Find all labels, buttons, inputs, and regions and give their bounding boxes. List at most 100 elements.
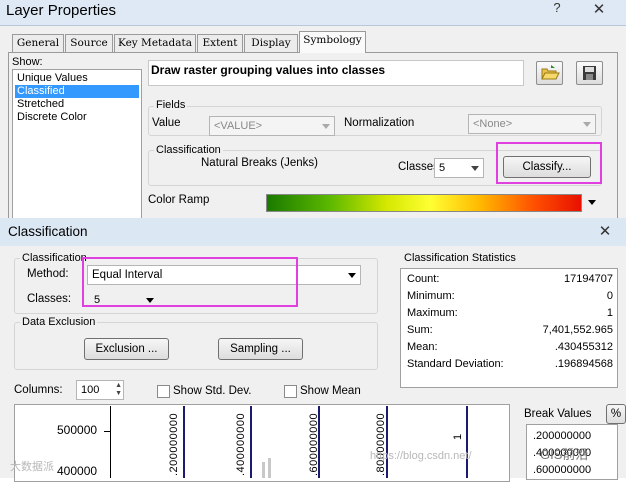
histogram-bar — [262, 462, 265, 478]
exclusion-button[interactable]: Exclusion ... — [84, 338, 169, 360]
normalization-text: <None> — [473, 118, 513, 130]
break-line[interactable] — [183, 406, 185, 478]
sampling-button[interactable]: Sampling ... — [218, 338, 303, 360]
show-item-unique-values[interactable]: Unique Values — [15, 72, 139, 85]
watermark-left: 大数据派 — [10, 461, 54, 473]
stat-value: 0 — [606, 290, 613, 302]
break-line[interactable] — [318, 406, 320, 478]
method-group-label: Classification — [20, 252, 89, 264]
statistics-group-label: Classification Statistics — [404, 252, 516, 264]
show-list[interactable]: Unique Values Classified Stretched Discr… — [12, 69, 142, 229]
stat-row-minimum: Minimum: 0 — [407, 288, 613, 305]
open-folder-icon — [541, 65, 560, 80]
method-label: Method: — [27, 268, 69, 280]
stat-value: .196894568 — [554, 358, 613, 370]
tab-extent[interactable]: Extent — [197, 34, 243, 52]
classification-group-label: Classification — [154, 144, 223, 156]
break-value-item[interactable]: .200000000 — [533, 430, 591, 442]
close-icon[interactable]: ✕ — [586, 0, 612, 18]
columns-value: 100 — [81, 384, 100, 396]
layer-properties-titlebar: Layer Properties ? ✕ — [0, 0, 626, 26]
break-line[interactable] — [466, 406, 468, 478]
dialog-title: Classification — [8, 224, 88, 239]
columns-label: Columns: — [14, 384, 63, 396]
stat-row-std-dev: Standard Deviation: .196894568 — [407, 356, 613, 373]
tab-display[interactable]: Display — [244, 34, 298, 52]
break-line[interactable] — [250, 406, 252, 478]
open-folder-button[interactable] — [536, 61, 563, 85]
stat-value: 17194707 — [564, 273, 613, 285]
value-field-text: <VALUE> — [214, 120, 263, 132]
show-item-stretched[interactable]: Stretched — [15, 98, 139, 111]
stat-value: .430455312 — [554, 341, 613, 353]
renderer-description: Draw raster grouping values into classes — [148, 60, 524, 86]
show-std-dev-label: Show Std. Dev. — [173, 385, 252, 397]
chevron-down-icon — [348, 273, 356, 278]
statistics-panel: Count: 17194707 Minimum: 0 Maximum: 1 Su… — [400, 268, 618, 388]
stat-row-mean: Mean: .430455312 — [407, 339, 613, 356]
stat-label: Count: — [407, 273, 440, 285]
value-label: Value — [152, 117, 181, 129]
color-ramp-swatch[interactable] — [266, 194, 582, 212]
window-title: Layer Properties — [6, 2, 117, 19]
classify-highlight — [496, 142, 602, 184]
chevron-down-icon — [471, 166, 479, 171]
classification-method-text: Natural Breaks (Jenks) — [201, 157, 318, 169]
y-tick-label: 500000 — [57, 423, 98, 437]
normalization-select[interactable]: <None> — [468, 114, 596, 134]
show-item-discrete-color[interactable]: Discrete Color — [15, 111, 139, 124]
show-item-classified[interactable]: Classified — [15, 85, 139, 98]
value-field-select[interactable]: <VALUE> — [209, 116, 335, 136]
stat-label: Minimum: — [407, 290, 455, 302]
break-line[interactable] — [386, 406, 388, 478]
stat-row-sum: Sum: 7,401,552.965 — [407, 322, 613, 339]
spin-arrows-icon[interactable]: ▲ ▼ — [115, 382, 122, 398]
break-label: .200000000 — [168, 412, 180, 476]
break-value-item[interactable]: .600000000 — [533, 464, 591, 476]
stat-label: Maximum: — [407, 307, 458, 319]
stat-label: Sum: — [407, 324, 433, 336]
stat-label: Mean: — [407, 341, 438, 353]
stat-value: 1 — [606, 307, 613, 319]
show-mean-label: Show Mean — [300, 385, 361, 397]
tab-symbology[interactable]: Symbology — [299, 31, 366, 53]
break-label: .400000000 — [235, 412, 247, 476]
stat-row-maximum: Maximum: 1 — [407, 305, 613, 322]
stat-row-count: Count: 17194707 — [407, 271, 613, 288]
break-values-label: Break Values — [524, 408, 592, 420]
show-label: Show: — [12, 56, 43, 68]
break-label: 1 — [452, 433, 464, 440]
show-std-dev-checkbox[interactable] — [157, 385, 170, 398]
show-mean-checkbox[interactable] — [284, 385, 297, 398]
tab-key-metadata[interactable]: Key Metadata — [114, 34, 196, 52]
y-tick-label: 400000 — [57, 464, 98, 478]
columns-stepper[interactable]: 100 ▲ ▼ — [76, 380, 124, 400]
save-disk-icon — [583, 66, 596, 80]
classes-select[interactable]: 5 — [434, 158, 484, 178]
dialog-close-icon[interactable]: ✕ — [592, 222, 618, 240]
fields-group-label: Fields — [154, 99, 188, 111]
classification-titlebar: Classification ✕ — [0, 218, 626, 246]
classes-label: Classes — [398, 161, 439, 173]
data-exclusion-label: Data Exclusion — [20, 316, 98, 328]
watermark-center: https://blog.csdn.net/ — [370, 450, 472, 462]
stat-value: 7,401,552.965 — [542, 324, 613, 336]
y-axis-line — [110, 406, 111, 478]
help-icon[interactable]: ? — [544, 0, 570, 18]
classes-select-text: 5 — [439, 162, 446, 174]
normalization-label: Normalization — [344, 117, 415, 129]
percent-button[interactable]: % — [606, 404, 626, 424]
stat-label: Standard Deviation: — [407, 358, 504, 370]
classes-count-label: Classes: — [27, 293, 72, 305]
chevron-down-icon — [322, 124, 330, 129]
chevron-down-icon — [583, 122, 591, 127]
color-ramp-dropdown-icon[interactable] — [588, 200, 596, 205]
save-button[interactable] — [576, 61, 603, 85]
watermark-right: GIS前沿 — [540, 447, 589, 462]
tab-general[interactable]: General — [12, 34, 64, 52]
tab-source[interactable]: Source — [65, 34, 113, 52]
method-highlight — [82, 257, 298, 307]
histogram-bar — [268, 458, 271, 478]
color-ramp-label: Color Ramp — [148, 194, 210, 206]
data-exclusion-group — [14, 322, 378, 370]
